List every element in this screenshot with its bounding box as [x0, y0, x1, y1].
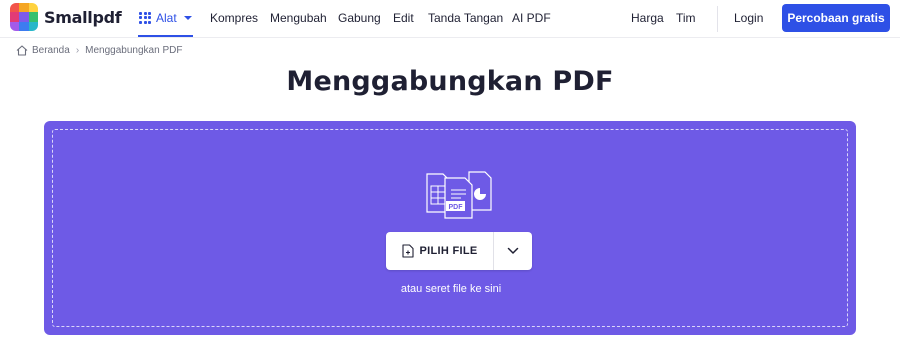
breadcrumb-separator-icon: ›: [75, 45, 80, 56]
nav-link-harga[interactable]: Harga: [631, 11, 664, 25]
file-add-icon: [401, 244, 414, 258]
page-title: Menggabungkan PDF: [286, 66, 614, 97]
breadcrumb-current: Menggabungkan PDF: [85, 45, 183, 56]
grid-icon: [139, 11, 151, 24]
chevron-down-icon: [507, 247, 519, 254]
tools-menu-label: Alat: [156, 10, 177, 25]
documents-illustration-icon: PDF: [426, 171, 492, 219]
login-link[interactable]: Login: [734, 11, 763, 25]
pdf-badge: PDF: [449, 204, 464, 211]
drop-hint-text: atau seret file ke sini: [400, 283, 502, 295]
upload-options-dropdown[interactable]: [494, 232, 532, 270]
nav-link-tim[interactable]: Tim: [676, 11, 696, 25]
nav-link-edit[interactable]: Edit: [393, 11, 414, 25]
caret-down-icon: [183, 15, 192, 20]
breadcrumb-home-link[interactable]: Beranda: [32, 45, 70, 56]
logo-link[interactable]: Smallpdf: [10, 3, 122, 31]
choose-file-label: PILIH FILE: [419, 245, 478, 257]
file-dropzone[interactable]: PDF PILIH FILE atau seret file ke sini: [44, 121, 856, 335]
choose-file-button[interactable]: PILIH FILE: [386, 232, 493, 270]
nav-link-mengubah[interactable]: Mengubah: [270, 11, 327, 25]
logo-text: Smallpdf: [44, 7, 122, 27]
free-trial-button[interactable]: Percobaan gratis: [782, 4, 890, 32]
breadcrumb: Beranda › Menggabungkan PDF: [16, 45, 182, 56]
smallpdf-logo-icon: [10, 3, 38, 31]
nav-link-gabung[interactable]: Gabung: [338, 11, 381, 25]
nav-divider: [717, 6, 718, 32]
upload-button-group: PILIH FILE: [386, 232, 532, 270]
top-navigation: Smallpdf Alat Kompres Mengubah Gabung Ed…: [0, 0, 900, 38]
nav-link-kompres[interactable]: Kompres: [210, 11, 258, 25]
home-icon: [16, 45, 28, 56]
nav-link-tanda-tangan[interactable]: Tanda Tangan: [428, 11, 503, 25]
dropzone-dashed-border: PDF PILIH FILE atau seret file ke sini: [52, 129, 848, 327]
nav-link-ai-pdf[interactable]: AI PDF: [512, 11, 551, 25]
tools-menu[interactable]: Alat: [138, 0, 193, 37]
